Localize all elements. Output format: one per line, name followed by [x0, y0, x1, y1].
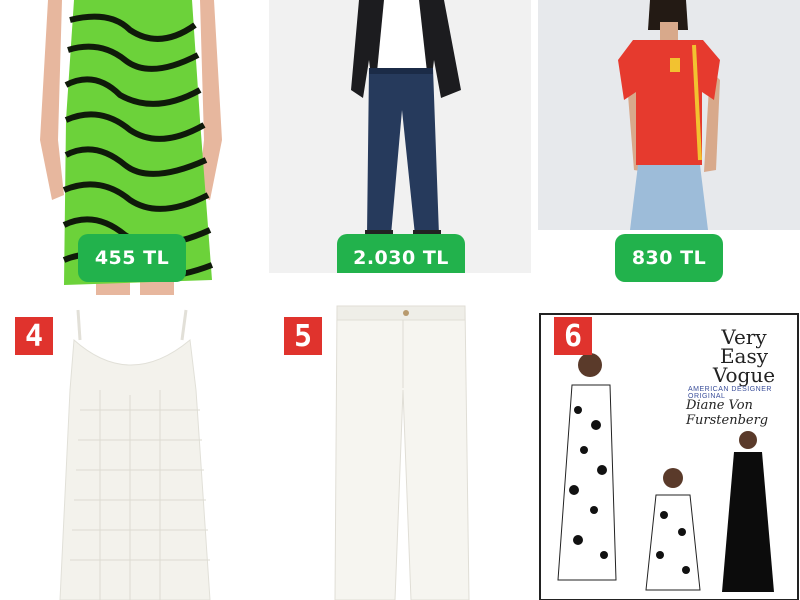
product-card-3[interactable]: 830 TL: [538, 0, 800, 295]
product-card-5[interactable]: 5: [269, 300, 531, 600]
number-badge: 6: [554, 317, 592, 355]
product-card-1[interactable]: 455 TL: [0, 0, 262, 295]
number-badge: 4: [15, 317, 53, 355]
price-badge: 2.030 TL: [337, 234, 465, 273]
jeans-outfit-image: [269, 0, 531, 273]
price-badge: 830 TL: [615, 234, 723, 282]
designer-signature: Diane Von Furstenberg: [686, 398, 769, 428]
price-badge: 455 TL: [78, 234, 186, 282]
pattern-title: Very Easy Vogue: [704, 327, 784, 387]
pattern-title-line: Vogue: [712, 363, 776, 387]
spain-jersey-image: [538, 0, 800, 230]
product-card-4[interactable]: 4: [0, 300, 262, 600]
product-card-2[interactable]: 2.030 TL: [269, 0, 531, 273]
product-card-6[interactable]: Very Easy Vogue AMERICAN DESIGNER ORIGIN…: [538, 300, 800, 600]
number-badge: 5: [284, 317, 322, 355]
